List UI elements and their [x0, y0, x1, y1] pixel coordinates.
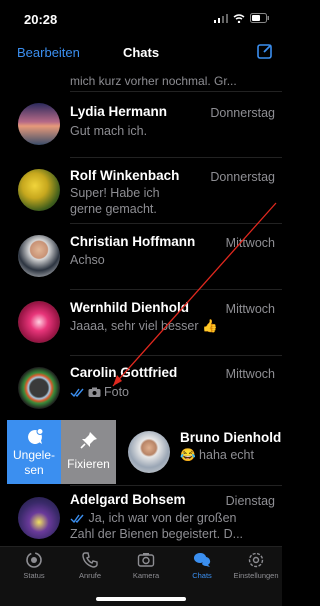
- tab-label: Chats: [192, 571, 212, 580]
- double-check-icon: [70, 514, 84, 524]
- camera-icon: [137, 553, 155, 567]
- mark-unread-button[interactable]: Ungele-sen: [7, 420, 61, 484]
- wifi-icon: [233, 13, 245, 23]
- camera-small-icon: [88, 387, 101, 397]
- chat-row-rolf[interactable]: Rolf Winkenbach Donnerstag Super! Habe i…: [0, 158, 282, 222]
- tab-status[interactable]: Status: [6, 551, 62, 580]
- chat-date: Donnerstag: [210, 170, 275, 184]
- chat-list[interactable]: mich kurz vorher nochmal. Gr... Lydia He…: [0, 70, 282, 546]
- chat-name: Carolin Gottfried: [70, 365, 178, 380]
- chat-date: Mittwoch: [225, 367, 275, 381]
- chat-row-adelgard[interactable]: Adelgard Bohsem Dienstag Ja, ich war von…: [0, 486, 282, 546]
- settings-icon: [248, 552, 264, 568]
- chat-name: Wernhild Dienhold: [70, 300, 189, 315]
- chat-date: Mittwoch: [225, 302, 275, 316]
- chat-preview: Super! Habe ich gerne gemacht.: [70, 186, 160, 216]
- tab-label: Anrufe: [78, 571, 102, 580]
- unread-bubble-icon: [28, 428, 44, 444]
- avatar: [18, 235, 60, 277]
- navigation-bar: Bearbeiten Chats: [0, 36, 282, 70]
- avatar: [18, 301, 60, 343]
- home-indicator: [96, 597, 186, 601]
- chat-row-carolin[interactable]: Carolin Gottfried Mittwoch Foto: [0, 356, 282, 420]
- chat-preview: Achso: [70, 253, 105, 267]
- double-check-icon: [70, 388, 84, 397]
- status-icon: [26, 552, 42, 568]
- chat-name: Lydia Hermann: [70, 104, 168, 119]
- pin-label: Fixieren: [67, 457, 110, 471]
- swiped-chat-row[interactable]: Ungele-sen Fixieren Bruno Dienhold 😂 hah…: [0, 420, 282, 484]
- avatar: [18, 169, 60, 211]
- pin-icon: [80, 432, 97, 449]
- chat-row-lydia[interactable]: Lydia Hermann Donnerstag Gut mach ich.: [0, 92, 282, 156]
- tab-label: Kamera: [132, 571, 160, 580]
- status-icons: [214, 13, 270, 23]
- pin-button[interactable]: Fixieren: [61, 420, 116, 484]
- chat-preview: Jaaaa, sehr viel besser 👍: [70, 319, 218, 333]
- tab-calls[interactable]: Anrufe: [62, 551, 118, 580]
- chat-name: Christian Hoffmann: [70, 234, 196, 249]
- chat-preview-row: Ja, ich war von der großen Zahl der Bien…: [70, 510, 248, 542]
- chat-row-christian[interactable]: Christian Hoffmann Mittwoch Achso: [0, 224, 282, 288]
- partial-message: mich kurz vorher nochmal. Gr...: [70, 74, 237, 88]
- tab-chats[interactable]: Chats: [174, 551, 230, 580]
- chat-date: Dienstag: [225, 494, 275, 508]
- chat-preview: Foto: [104, 385, 130, 399]
- tab-camera[interactable]: Kamera: [118, 551, 174, 580]
- chats-icon: [193, 552, 211, 567]
- avatar: [128, 431, 170, 473]
- phone-icon: [82, 552, 98, 568]
- chat-name: Adelgard Bohsem: [70, 492, 186, 507]
- status-bar: 20:28: [0, 0, 282, 36]
- tab-label: Status: [23, 571, 45, 580]
- page-title: Chats: [122, 45, 160, 60]
- avatar: [18, 103, 60, 145]
- compose-icon[interactable]: [256, 42, 274, 60]
- battery-icon: [250, 13, 269, 23]
- chat-date: Donnerstag: [210, 106, 275, 120]
- tab-settings[interactable]: Einstellungen: [228, 551, 284, 580]
- avatar: [18, 497, 60, 539]
- chat-row-wernhild[interactable]: Wernhild Dienhold Mittwoch Jaaaa, sehr v…: [0, 290, 282, 354]
- mark-unread-label: Ungele-sen: [12, 448, 56, 477]
- tab-label: Einstellungen: [233, 571, 279, 580]
- chat-preview-row: Foto: [70, 384, 255, 400]
- chat-name: Rolf Winkenbach: [70, 168, 180, 183]
- chat-preview: Ja, ich war von der großen Zahl der Bien…: [70, 511, 244, 541]
- chat-preview: 😂 haha echt: [180, 448, 254, 462]
- chat-preview: Gut mach ich.: [70, 124, 148, 138]
- chat-date: Mittwoch: [225, 236, 275, 250]
- clock: 20:28: [24, 12, 58, 27]
- avatar: [18, 367, 60, 409]
- signal-icon: [214, 13, 228, 23]
- chat-name: Bruno Dienhold: [180, 430, 282, 445]
